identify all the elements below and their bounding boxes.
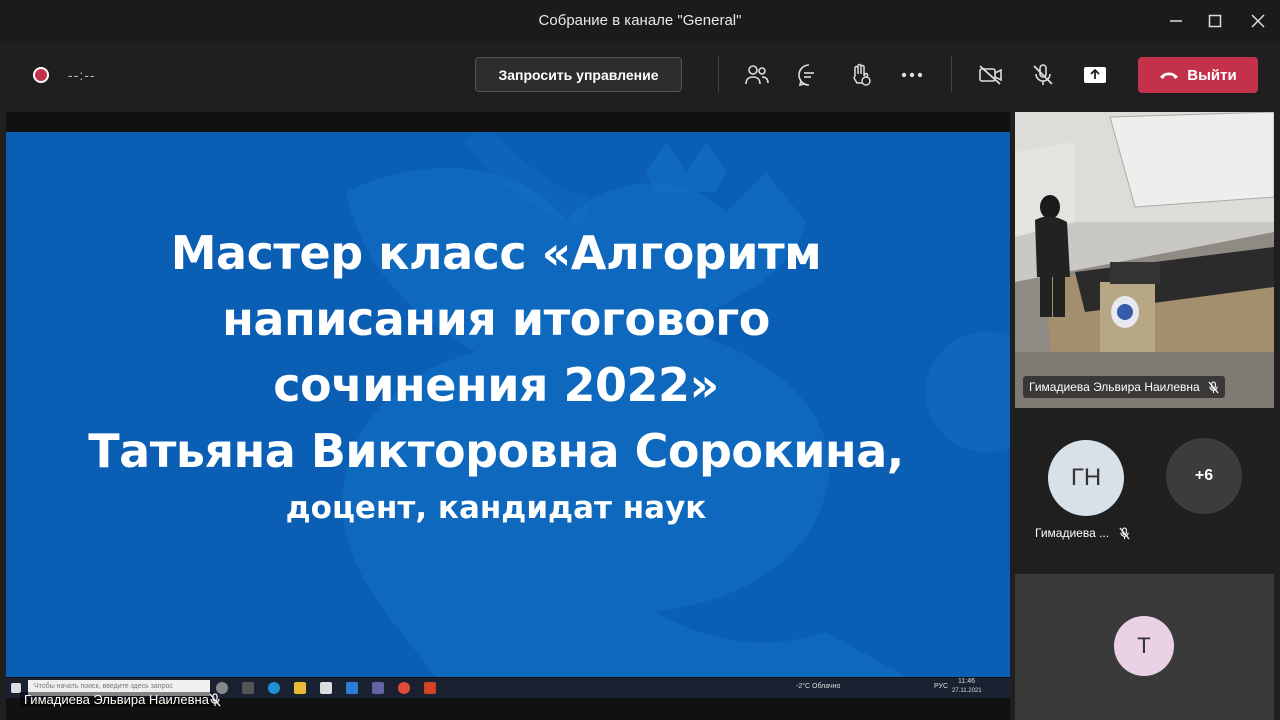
store-icon xyxy=(320,682,332,694)
mic-off-icon xyxy=(1208,380,1219,393)
classroom-video-image xyxy=(1015,112,1274,408)
slide-subtitle: доцент, кандидат наук xyxy=(285,490,707,526)
camera-off-icon[interactable] xyxy=(978,62,1004,88)
mic-off-icon xyxy=(209,693,221,707)
teams-icon xyxy=(372,682,384,694)
participant-tile[interactable]: ГН +6 Гимадиева ... xyxy=(1015,408,1274,574)
clock-time: 11:46 xyxy=(958,678,975,685)
task-view-icon xyxy=(242,682,254,694)
explorer-icon xyxy=(294,682,306,694)
mic-off-icon[interactable] xyxy=(1030,62,1056,88)
meeting-timer: --:-- xyxy=(68,67,96,83)
shared-screen: Мастер класс «Алгоритм написания итогово… xyxy=(6,112,1010,720)
more-icon[interactable] xyxy=(899,62,925,88)
slide-title-line: Мастер класс «Алгоритм xyxy=(170,226,822,280)
close-icon[interactable] xyxy=(1245,8,1271,34)
chrome-icon xyxy=(398,682,410,694)
powerpoint-icon xyxy=(424,682,436,694)
participant-name: Гимадиева Эльвира Наилевна xyxy=(1029,380,1200,394)
video-name-tag: Гимадиева Эльвира Наилевна xyxy=(1023,376,1225,398)
slide-title-line: сочинения 2022» xyxy=(273,358,719,412)
window-title: Собрание в канале "General" xyxy=(538,12,742,29)
maximize-icon[interactable] xyxy=(1202,8,1228,34)
minimize-icon[interactable] xyxy=(1163,8,1189,34)
avatar: Т xyxy=(1114,616,1174,676)
clock-date: 27.11.2021 xyxy=(952,688,982,694)
share-screen-icon[interactable] xyxy=(1082,62,1108,88)
presenter-name-label: Гимадиева Эльвира Наилевна xyxy=(20,692,213,707)
mic-off-icon xyxy=(1119,526,1130,539)
chat-icon[interactable] xyxy=(796,62,822,88)
language-indicator: РУС xyxy=(934,683,949,690)
weather-text: -2°C Облачно xyxy=(796,683,841,690)
edge-icon xyxy=(268,682,280,694)
recording-indicator-icon xyxy=(33,67,49,83)
participant-name-row: Гимадиева ... xyxy=(1035,526,1130,540)
meeting-toolbar: --:-- Запросить управление Выйти xyxy=(0,42,1280,108)
participant-tile[interactable]: Т xyxy=(1015,574,1274,720)
title-bar: Собрание в канале "General" xyxy=(0,0,1280,42)
request-control-button[interactable]: Запросить управление xyxy=(475,57,682,92)
toolbar-divider xyxy=(951,56,952,92)
raise-hand-icon[interactable] xyxy=(847,62,873,88)
leave-button[interactable]: Выйти xyxy=(1138,57,1258,93)
slide-presenter-name: Татьяна Викторовна Сорокина, xyxy=(88,424,904,478)
participants-icon[interactable] xyxy=(744,62,770,88)
mail-icon xyxy=(346,682,358,694)
participant-name: Гимадиева ... xyxy=(1035,526,1110,540)
participant-video-tile[interactable]: Гимадиева Эльвира Наилевна xyxy=(1015,112,1274,408)
slide-title: Мастер класс «Алгоритм написания итогово… xyxy=(6,220,986,532)
slide-title-line: написания итогового xyxy=(222,292,770,346)
leave-label: Выйти xyxy=(1187,66,1237,84)
presentation-slide: Мастер класс «Алгоритм написания итогово… xyxy=(6,132,1010,677)
avatar: ГН xyxy=(1048,440,1124,516)
more-participants-button[interactable]: +6 xyxy=(1166,438,1242,514)
phone-hangup-icon xyxy=(1160,72,1179,79)
participants-panel: Гимадиева Эльвира Наилевна ГН +6 Гимадие… xyxy=(1015,112,1274,720)
toolbar-divider xyxy=(718,56,719,92)
